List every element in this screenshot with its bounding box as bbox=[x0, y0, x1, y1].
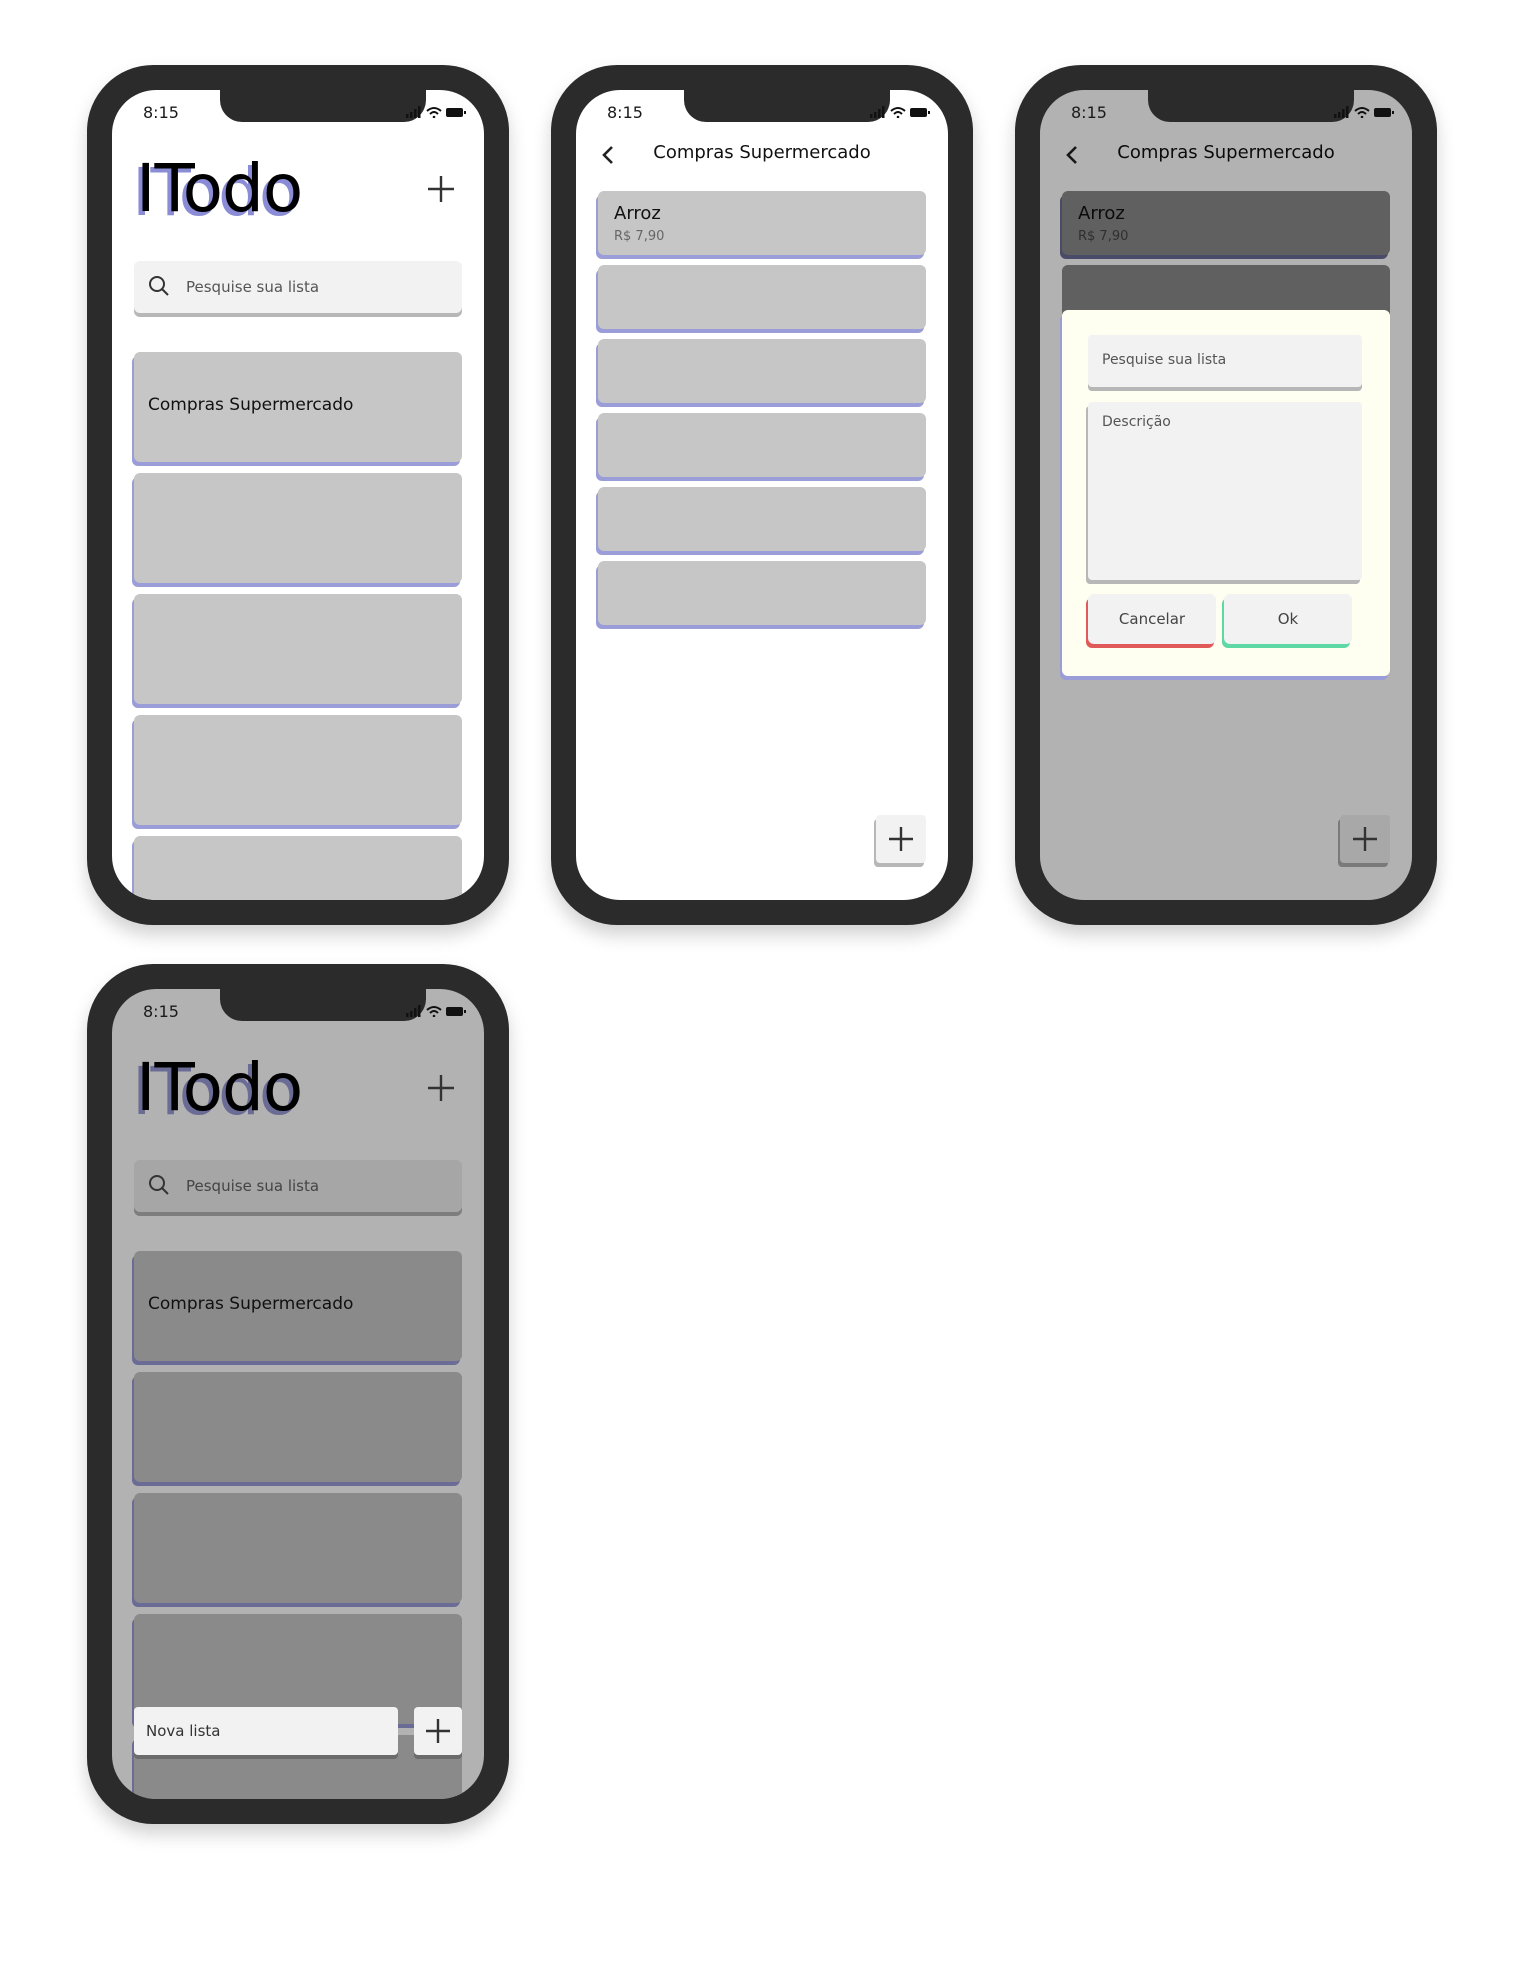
app-title: ITodo bbox=[136, 1049, 303, 1126]
status-icons bbox=[870, 106, 930, 118]
plus-icon bbox=[889, 827, 913, 851]
detail-title: Compras Supermercado bbox=[653, 142, 871, 163]
mockup-canvas: 8:15 ITodo Pesquise sua lista Compras Su… bbox=[0, 0, 1533, 1982]
status-time: 8:15 bbox=[607, 103, 643, 122]
status-time: 8:15 bbox=[1071, 103, 1107, 122]
list-card-label: Compras Supermercado bbox=[148, 1294, 354, 1314]
add-list-icon[interactable] bbox=[426, 1073, 456, 1103]
notch bbox=[220, 90, 426, 122]
status-icons bbox=[406, 1005, 466, 1017]
list-card[interactable] bbox=[134, 473, 462, 583]
search-placeholder: Pesquise sua lista bbox=[186, 278, 320, 296]
list-card[interactable] bbox=[134, 1372, 462, 1482]
search-input[interactable]: Pesquise sua lista bbox=[134, 1160, 462, 1212]
list-card[interactable]: Compras Supermercado bbox=[134, 1251, 462, 1361]
plus-icon bbox=[426, 1719, 450, 1743]
home-new-list-screen: 8:15 ITodo Pesquise sua lista Compras Su… bbox=[112, 989, 484, 1799]
list-card[interactable] bbox=[134, 594, 462, 704]
search-icon bbox=[149, 1175, 169, 1195]
notch bbox=[220, 989, 426, 1021]
list-item[interactable] bbox=[598, 339, 926, 403]
list-card[interactable] bbox=[134, 836, 462, 900]
item-price: R$ 7,90 bbox=[614, 229, 665, 244]
list-item[interactable] bbox=[598, 561, 926, 625]
list-card-label: Compras Supermercado bbox=[148, 395, 354, 415]
list-item[interactable] bbox=[598, 413, 926, 477]
notch bbox=[684, 90, 890, 122]
detail-modal-screen: 8:15 Compras Supermercado Arroz R$ 7,90 bbox=[1040, 90, 1412, 900]
plus-icon bbox=[1353, 827, 1377, 851]
phone-home: 8:15 ITodo Pesquise sua lista Compras Su… bbox=[87, 65, 509, 925]
list-item[interactable] bbox=[598, 265, 926, 329]
phone-detail: 8:15 Compras Supermercado Arroz R$ 7,90 bbox=[551, 65, 973, 925]
list-card[interactable] bbox=[134, 715, 462, 825]
modal-description-field[interactable]: Descrição bbox=[1088, 402, 1362, 580]
notch bbox=[1148, 90, 1354, 122]
phone-home-new-list: 8:15 ITodo Pesquise sua lista Compras Su… bbox=[87, 964, 509, 1824]
add-item-modal: Pesquise sua lista Descrição Cancelar Ok bbox=[1062, 310, 1390, 676]
status-time: 8:15 bbox=[143, 103, 179, 122]
list-item[interactable] bbox=[598, 487, 926, 551]
search-icon bbox=[149, 276, 169, 296]
modal-description-placeholder: Descrição bbox=[1102, 414, 1171, 430]
modal-name-placeholder: Pesquise sua lista bbox=[1102, 352, 1227, 368]
home-screen: 8:15 ITodo Pesquise sua lista Compras Su… bbox=[112, 90, 484, 900]
phone-detail-modal: 8:15 Compras Supermercado Arroz R$ 7,90 bbox=[1015, 65, 1437, 925]
cancel-button[interactable]: Cancelar bbox=[1088, 594, 1216, 644]
add-item-button[interactable] bbox=[876, 815, 926, 863]
new-list-input[interactable]: Nova lista bbox=[134, 1707, 398, 1755]
status-icons bbox=[1334, 106, 1394, 118]
new-list-add-button[interactable] bbox=[414, 1707, 462, 1755]
item-name: Arroz bbox=[614, 203, 661, 224]
search-input[interactable]: Pesquise sua lista bbox=[134, 261, 462, 313]
detail-screen: 8:15 Compras Supermercado Arroz R$ 7,90 bbox=[576, 90, 948, 900]
status-time: 8:15 bbox=[143, 1002, 179, 1021]
add-list-icon[interactable] bbox=[426, 174, 456, 204]
ok-button[interactable]: Ok bbox=[1224, 594, 1352, 644]
status-icons bbox=[406, 106, 466, 118]
new-list-placeholder: Nova lista bbox=[146, 1722, 221, 1740]
modal-name-input[interactable]: Pesquise sua lista bbox=[1088, 335, 1362, 387]
app-title: ITodo bbox=[136, 150, 303, 227]
list-item[interactable]: Arroz R$ 7,90 bbox=[598, 191, 926, 255]
list-card[interactable] bbox=[134, 1493, 462, 1603]
search-placeholder: Pesquise sua lista bbox=[186, 1177, 320, 1195]
add-item-button[interactable] bbox=[1340, 815, 1390, 863]
list-card[interactable]: Compras Supermercado bbox=[134, 352, 462, 462]
